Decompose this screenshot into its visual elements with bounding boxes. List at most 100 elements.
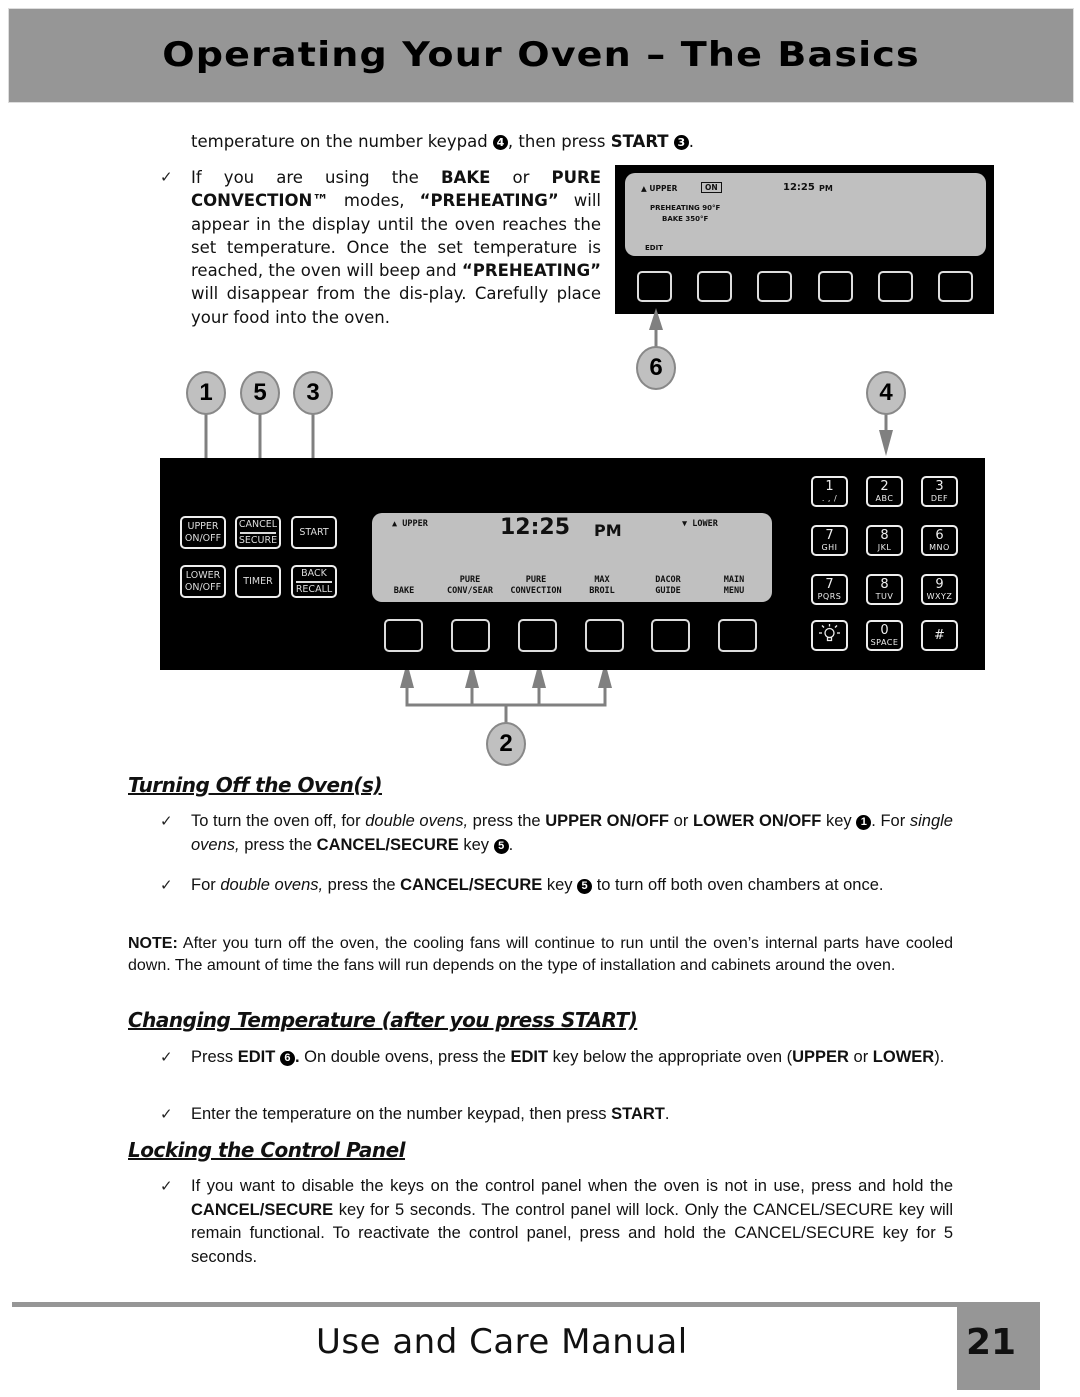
text: Enter the temperature on the number keyp… <box>191 1105 612 1123</box>
mode-soft-key-5[interactable] <box>651 619 690 652</box>
keypad-key-1-[interactable]: 1. , / <box>811 476 848 507</box>
note-text: After you turn off the oven, the cooling… <box>128 935 953 974</box>
keypad-key-8-jkl[interactable]: 8 JKL <box>866 525 903 556</box>
italic-text: double ovens, <box>220 876 324 894</box>
keypad-key-2-abc[interactable]: 2 ABC <box>866 476 903 507</box>
callout-1: 1 <box>186 371 226 415</box>
keypad-key-0-space[interactable]: 0 SPACE <box>866 620 903 651</box>
bold-text: EDIT <box>237 1048 280 1066</box>
checkmark-icon: ✓ <box>160 1177 173 1195</box>
changing-temp-bullet-1: Press EDIT 6. On double ovens, press the… <box>191 1046 953 1070</box>
key-letters: JKL <box>877 543 892 552</box>
text: or <box>669 812 693 830</box>
keypad-key-8-tuv[interactable]: 8 TUV <box>866 574 903 605</box>
key-start[interactable]: START <box>291 516 337 549</box>
keypad-key-6-mno[interactable]: 6 MNO <box>921 525 958 556</box>
callout-4: 4 <box>866 371 906 415</box>
keypad-key-9-wxyz[interactable]: 9 WXYZ <box>921 574 958 605</box>
section-heading-locking: Locking the Control Panel <box>128 1138 406 1162</box>
mode-label-line1: MAIN <box>723 575 745 585</box>
lower-indicator: ▼ LOWER <box>682 519 718 529</box>
callout-ref-icon: 6 <box>279 1051 295 1067</box>
key-back-recall[interactable]: BACK RECALL <box>291 565 337 598</box>
mode-soft-key-4[interactable] <box>585 619 624 652</box>
key-letters: . , / <box>821 494 838 503</box>
section-heading-changing-temperature: Changing Temperature (after you press ST… <box>128 1008 638 1032</box>
turning-off-bullet-1: To turn the oven off, for double ovens, … <box>191 810 953 857</box>
mode-label-line1: MAX <box>594 575 610 585</box>
key-digit: 8 <box>880 528 889 543</box>
callout-ref-icon: 5 <box>493 838 509 854</box>
key-cancel-secure[interactable]: CANCEL SECURE <box>235 516 281 549</box>
key-digit: 9 <box>935 577 944 592</box>
text: key below the appropriate oven ( <box>548 1048 793 1066</box>
bold-text: UPPER ON/OFF <box>545 812 670 830</box>
italic-text: double ovens, <box>365 812 469 830</box>
lcd-time: 12:25 <box>500 515 571 540</box>
mode-label-dacor-guide: DACOR GUIDE <box>633 575 703 597</box>
keypad-key-hash[interactable]: # <box>921 620 958 651</box>
text: ). <box>934 1048 945 1066</box>
keypad-key-7-ghi[interactable]: 7 GHI <box>811 525 848 556</box>
text: For <box>191 876 221 894</box>
key-digit: 3 <box>935 479 944 494</box>
bold-text: EDIT <box>510 1048 549 1066</box>
bold-text: LOWER ON/OFF <box>692 812 822 830</box>
mode-label-main-menu: MAIN MENU <box>699 575 769 597</box>
turning-off-bullet-2: For double ovens, press the CANCEL/SECUR… <box>191 874 953 898</box>
key-letters: PQRS <box>817 592 842 601</box>
mode-label-line1 <box>369 575 439 586</box>
bold-text: CANCEL/SECURE <box>400 876 543 894</box>
text: press the <box>239 835 317 854</box>
text: If you want to disable the keys on the c… <box>191 1177 953 1195</box>
mode-soft-key-1[interactable] <box>384 619 423 652</box>
mode-label-line2: MENU <box>723 586 745 596</box>
key-letters: WXYZ <box>926 592 953 601</box>
key-sublabel: ON/OFF <box>184 532 222 544</box>
mode-label-bake: BAKE <box>369 575 439 597</box>
key-sublabel: RECALL <box>295 583 333 595</box>
checkmark-icon: ✓ <box>160 1048 173 1066</box>
key-letters: DEF <box>930 494 949 503</box>
callout-2: 2 <box>486 722 526 766</box>
key-timer[interactable]: TIMER <box>235 565 281 598</box>
key-upper-on-off[interactable]: UPPER ON/OFF <box>180 516 226 549</box>
text: key <box>821 812 857 830</box>
callout-6: 6 <box>636 346 676 390</box>
mode-label-line2: GUIDE <box>655 586 681 596</box>
text: . <box>664 1105 670 1123</box>
key-digit: 7 <box>825 577 834 592</box>
text: . For <box>871 812 910 830</box>
main-lcd-screen: ▲ UPPER 12:25 PM ▼ LOWER BAKE PURE CONV/SE… <box>372 513 772 602</box>
key-label: LOWER <box>185 569 221 581</box>
keypad-key-3-def[interactable]: 3 DEF <box>921 476 958 507</box>
key-label: UPPER <box>187 520 219 532</box>
text: key <box>542 876 578 894</box>
key-digit: 0 <box>880 623 889 638</box>
section-heading-turning-off: Turning Off the Oven(s) <box>128 773 383 797</box>
key-label: CANCEL <box>238 518 278 530</box>
key-lower-on-off[interactable]: LOWER ON/OFF <box>180 565 226 598</box>
key-letters: SPACE <box>870 638 899 647</box>
mode-soft-key-2[interactable] <box>451 619 490 652</box>
oven-control-panel: ▲ UPPER 12:25 PM ▼ LOWER BAKE PURE CONV/SE… <box>160 458 985 670</box>
cooling-fans-note: NOTE: After you turn off the oven, the c… <box>128 933 953 976</box>
key-letters: GHI <box>821 543 838 552</box>
page-number: 21 <box>966 1322 1017 1363</box>
upper-indicator: ▲ UPPER <box>392 519 428 529</box>
key-letters: MNO <box>929 543 950 552</box>
text: press the <box>468 812 546 830</box>
mode-soft-key-6[interactable] <box>718 619 757 652</box>
bold-text: LOWER <box>872 1048 935 1066</box>
locking-bullet-1: If you want to disable the keys on the c… <box>191 1175 953 1269</box>
key-digit: 7 <box>825 528 834 543</box>
light-bulb-icon <box>819 624 840 642</box>
footer-title: Use and Care Manual <box>316 1322 688 1362</box>
key-digit: 6 <box>935 528 944 543</box>
mode-soft-key-3[interactable] <box>518 619 557 652</box>
key-digit: 8 <box>880 577 889 592</box>
key-light[interactable] <box>811 620 848 651</box>
keypad-key-7-pqrs[interactable]: 7 PQRS <box>811 574 848 605</box>
mode-label-line2: BAKE <box>393 586 415 596</box>
text: On double ovens, press the <box>299 1048 511 1066</box>
